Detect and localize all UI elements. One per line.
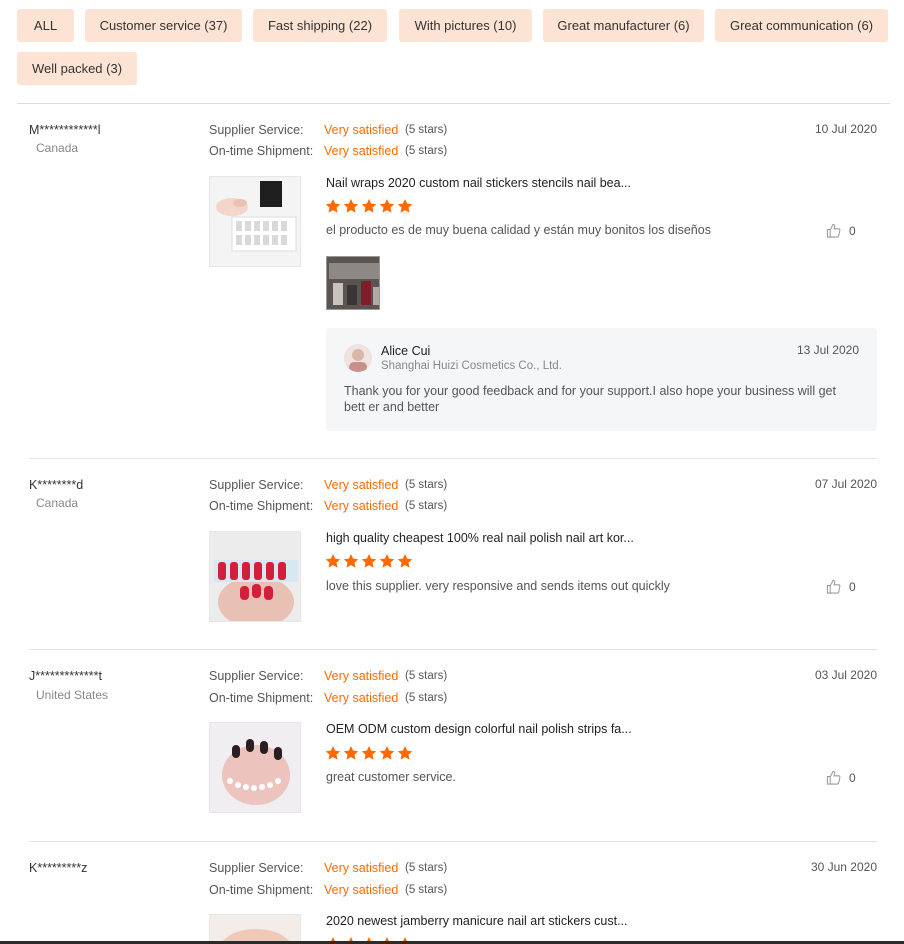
ontime-shipment-label: On-time Shipment: bbox=[209, 691, 314, 705]
supplier-service-label: Supplier Service: bbox=[209, 669, 304, 683]
filter-chip-great-communication[interactable]: Great communication (6) bbox=[715, 9, 888, 42]
filter-divider bbox=[17, 103, 890, 104]
filter-chip-great-manufacturer[interactable]: Great manufacturer (6) bbox=[543, 9, 704, 42]
product-title-link[interactable]: Nail wraps 2020 custom nail stickers ste… bbox=[326, 176, 631, 190]
ontime-shipment-stars: (5 stars) bbox=[405, 500, 448, 512]
review-divider bbox=[29, 841, 877, 842]
supplier-reply: Alice Cui Shanghai Huizi Cosmetics Co., … bbox=[326, 328, 877, 431]
star-icon bbox=[379, 199, 395, 213]
review-comment: love this supplier. very responsive and … bbox=[326, 579, 670, 593]
product-title-link[interactable]: OEM ODM custom design colorful nail poli… bbox=[326, 722, 632, 736]
buyer-name: K********d bbox=[29, 478, 84, 492]
review-divider bbox=[29, 649, 877, 650]
star-icon bbox=[397, 746, 413, 760]
reply-text: Thank you for your good feedback and for… bbox=[344, 384, 836, 414]
like-button[interactable]: 0 bbox=[826, 770, 856, 785]
supplier-service-label: Supplier Service: bbox=[209, 861, 304, 875]
star-icon bbox=[325, 199, 341, 213]
star-icon bbox=[379, 746, 395, 760]
ontime-shipment-stars: (5 stars) bbox=[405, 145, 448, 157]
star-icon bbox=[325, 746, 341, 760]
like-button[interactable]: 0 bbox=[826, 223, 856, 238]
ontime-shipment-value: Very satisfied bbox=[324, 144, 399, 158]
like-button[interactable]: 0 bbox=[826, 579, 856, 594]
review-date: 30 Jun 2020 bbox=[810, 860, 877, 874]
supplier-service-value: Very satisfied bbox=[324, 478, 399, 492]
rating-stars bbox=[325, 745, 415, 763]
star-icon bbox=[361, 199, 377, 213]
star-icon bbox=[361, 746, 377, 760]
star-icon bbox=[397, 554, 413, 568]
filter-chip-customer-service[interactable]: Customer service (37) bbox=[85, 9, 242, 42]
buyer-name: M************l bbox=[29, 123, 101, 137]
ontime-shipment-label: On-time Shipment: bbox=[209, 883, 314, 897]
buyer-country: Canada bbox=[36, 141, 79, 155]
supplier-service-label: Supplier Service: bbox=[209, 123, 304, 137]
star-icon bbox=[361, 554, 377, 568]
review-comment: great customer service. bbox=[326, 770, 456, 784]
reply-date: 13 Jul 2020 bbox=[796, 343, 859, 357]
thumbs-up-icon bbox=[826, 223, 841, 238]
ontime-shipment-value: Very satisfied bbox=[324, 883, 399, 897]
supplier-service-stars: (5 stars) bbox=[405, 862, 448, 874]
product-thumbnail[interactable] bbox=[209, 176, 301, 267]
buyer-country: United States bbox=[36, 688, 109, 702]
product-title-link[interactable]: high quality cheapest 100% real nail pol… bbox=[326, 531, 634, 545]
supplier-service-value: Very satisfied bbox=[324, 123, 399, 137]
product-title-link[interactable]: 2020 newest jamberry manicure nail art s… bbox=[326, 914, 628, 928]
reply-author-name: Alice Cui bbox=[381, 344, 431, 358]
like-count: 0 bbox=[849, 770, 856, 785]
ontime-shipment-value: Very satisfied bbox=[324, 691, 399, 705]
star-icon bbox=[379, 554, 395, 568]
star-icon bbox=[397, 199, 413, 213]
review-date: 07 Jul 2020 bbox=[814, 477, 877, 491]
rating-stars bbox=[325, 198, 415, 216]
buyer-country: Canada bbox=[36, 496, 79, 510]
supplier-avatar bbox=[344, 344, 372, 372]
reply-company-name: Shanghai Huizi Cosmetics Co., Ltd. bbox=[381, 360, 562, 372]
supplier-service-value: Very satisfied bbox=[324, 669, 399, 683]
supplier-service-stars: (5 stars) bbox=[405, 124, 448, 136]
supplier-service-value: Very satisfied bbox=[324, 861, 399, 875]
filter-chip-with-pictures[interactable]: With pictures (10) bbox=[399, 9, 532, 42]
ontime-shipment-stars: (5 stars) bbox=[405, 692, 448, 704]
product-thumbnail[interactable] bbox=[209, 531, 301, 622]
ontime-shipment-value: Very satisfied bbox=[324, 499, 399, 513]
supplier-service-stars: (5 stars) bbox=[405, 670, 448, 682]
product-thumbnail[interactable] bbox=[209, 914, 301, 944]
product-thumbnail[interactable] bbox=[209, 722, 301, 813]
supplier-service-label: Supplier Service: bbox=[209, 478, 304, 492]
ontime-shipment-label: On-time Shipment: bbox=[209, 499, 314, 513]
buyer-name: J*************t bbox=[29, 669, 102, 683]
filter-chip-well-packed[interactable]: Well packed (3) bbox=[17, 52, 137, 85]
buyer-name: K*********z bbox=[29, 861, 88, 875]
thumbs-up-icon bbox=[826, 579, 841, 594]
review-date: 10 Jul 2020 bbox=[814, 122, 877, 136]
review-photo[interactable] bbox=[326, 256, 380, 310]
ontime-shipment-stars: (5 stars) bbox=[405, 884, 448, 896]
thumbs-up-icon bbox=[826, 770, 841, 785]
filter-chip-fast-shipping[interactable]: Fast shipping (22) bbox=[253, 9, 387, 42]
like-count: 0 bbox=[849, 579, 856, 594]
review-divider bbox=[29, 458, 877, 459]
like-count: 0 bbox=[849, 223, 856, 238]
star-icon bbox=[343, 199, 359, 213]
star-icon bbox=[325, 554, 341, 568]
star-icon bbox=[343, 554, 359, 568]
ontime-shipment-label: On-time Shipment: bbox=[209, 144, 314, 158]
rating-stars bbox=[325, 553, 415, 571]
star-icon bbox=[343, 746, 359, 760]
review-comment: el producto es de muy buena calidad y es… bbox=[326, 223, 711, 237]
filter-chip-all[interactable]: ALL bbox=[17, 9, 74, 42]
review-date: 03 Jul 2020 bbox=[814, 668, 877, 682]
supplier-service-stars: (5 stars) bbox=[405, 479, 448, 491]
